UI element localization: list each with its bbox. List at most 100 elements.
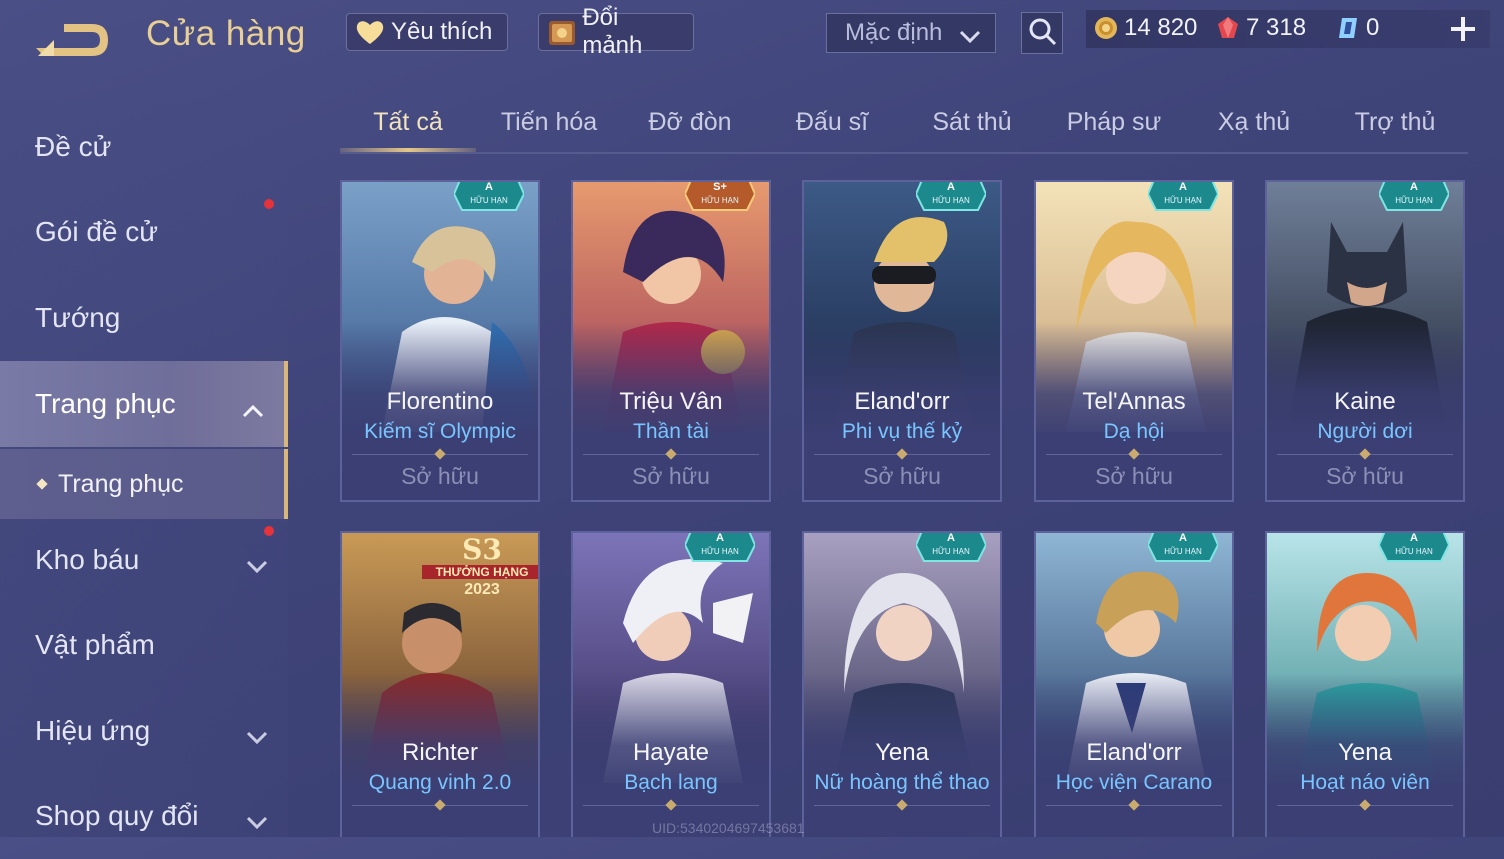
tier-badge-limited: HỮU HẠN [932,547,970,556]
plus-icon[interactable] [1448,14,1478,44]
chevron-up-icon [242,394,264,426]
voucher-icon [1334,14,1362,42]
skin-card[interactable]: S3 THƯỞNG HẠNG 2023 Richter Quang vinh 2… [340,531,540,837]
sidebar-item-label: Tướng [35,302,121,333]
tier-badge-limited: HỮU HẠN [470,196,508,205]
skin-grid: A HỮU HẠN Florentino Kiếm sĩ Olympic Sở … [340,180,1468,837]
owned-status: Sở hữu [863,463,941,489]
sort-dropdown[interactable]: Mặc định [826,13,996,53]
skin-card[interactable]: A HỮU HẠN Hayate Bạch lang [571,531,771,837]
hero-name: Kaine [1334,388,1396,415]
ruby-amount: 7 318 [1246,14,1307,41]
gold-coin-balance: 14 820 [1092,14,1197,42]
tier-badge-grade: A [947,532,955,544]
sidebar-item-recommended[interactable]: Đề cử [0,104,288,190]
skin-name: Quang vinh 2.0 [368,771,512,794]
tier-badge: A HỮU HẠN [1377,532,1451,565]
fragment-swap-button[interactable]: Đổi mảnh [538,4,694,59]
owned-status: Sở hữu [401,463,479,489]
tier-badge-grade: A [1410,532,1418,544]
hero-name: Yena [1338,739,1392,766]
tab-marksman[interactable]: Xạ thủ [1198,108,1310,137]
diamond-bullet-icon [36,478,48,490]
skin-name: Người dơi [1317,420,1413,443]
sidebar-item-label: Đề cử [35,131,112,162]
fragment-swap-label: Đổi mảnh [582,4,643,59]
active-tab-underline [340,148,476,152]
sidebar-item-label: Shop quy đổi [35,800,199,831]
tab-evolution[interactable]: Tiến hóa [490,108,608,137]
sidebar-item-items[interactable]: Vật phẩm [0,602,288,688]
divider-diamond-icon [1128,799,1140,811]
chevron-down-icon [959,24,981,52]
sidebar-item-label: Gói đề cử [35,216,159,247]
tier-badge: A HỮU HẠN [914,532,988,565]
sidebar-item-label: Trang phục [35,388,176,419]
skin-name: Bạch lang [624,771,718,794]
currency-bar: 14 820 7 318 0 [1086,10,1490,48]
chevron-down-icon [246,721,268,753]
tab-tank[interactable]: Đỡ đòn [632,108,748,137]
hero-name: Yena [875,739,929,766]
sidebar-item-effects[interactable]: Hiệu ứng [0,688,288,774]
chevron-down-icon [246,806,268,838]
divider-diamond-icon [896,799,908,811]
skin-card[interactable]: A HỮU HẠN Kaine Người dơi Sở hữu [1265,180,1465,502]
skin-card[interactable]: A HỮU HẠN Eland'orr Phi vụ thế kỷ Sở hữu [802,180,1002,502]
chevron-down-icon [246,550,268,582]
header-bar: Cửa hàng Yêu thích Đổi mảnh Mặc định 14 … [0,0,1504,80]
search-icon [1027,16,1057,51]
hero-name: Eland'orr [854,388,950,415]
sidebar-subitem-label: Trang phục [58,469,184,498]
tier-badge: A HỮU HẠN [1377,181,1451,214]
skin-card[interactable]: A HỮU HẠN Florentino Kiếm sĩ Olympic Sở … [340,180,540,502]
tier-badge-limited: HỮU HẠN [1164,196,1202,205]
tab-support[interactable]: Trợ thủ [1336,108,1454,137]
divider-diamond-icon [434,448,446,460]
notification-dot [264,526,274,536]
back-arrow-icon[interactable] [34,16,114,60]
voucher-balance: 0 [1334,14,1379,42]
divider-diamond-icon [434,799,446,811]
hero-name: Triệu Vân [619,388,723,415]
gold-coin-icon [1092,14,1120,42]
tier-badge-limited: HỮU HẠN [1395,196,1433,205]
sidebar-item-label: Hiệu ứng [35,715,151,746]
sidebar-item-skins[interactable]: Trang phục [0,361,288,447]
tier-badge: A HỮU HẠN [914,182,988,214]
tab-all[interactable]: Tất cả [340,108,476,137]
favorite-button[interactable]: Yêu thích [346,13,508,51]
tier-badge-grade: A [1179,181,1187,193]
role-tabs: Tất cả Tiến hóa Đỡ đòn Đấu sĩ Sát thủ Ph… [340,100,1468,154]
divider-diamond-icon [665,799,677,811]
skin-card[interactable]: A HỮU HẠN Yena Nữ hoàng thể thao [802,531,1002,837]
sidebar-subitem-skins[interactable]: Trang phục [0,449,288,519]
skin-card[interactable]: A HỮU HẠN Yena Hoạt náo viên [1265,531,1465,837]
skin-card[interactable]: A HỮU HẠN Tel'Annas Dạ hội Sở hữu [1034,180,1234,502]
hero-name: Eland'orr [1086,739,1182,766]
skin-card[interactable]: A HỮU HẠN Eland'orr Học viện Carano [1034,531,1234,837]
tab-mage[interactable]: Pháp sư [1056,108,1172,137]
skin-name: Thần tài [633,420,709,443]
search-button[interactable] [1021,12,1063,54]
page-title: Cửa hàng [146,14,306,53]
tier-badge-grade: A [716,532,724,544]
sidebar-item-treasure[interactable]: Kho báu [0,517,288,603]
tier-badge: A HỮU HẠN [452,181,526,214]
tab-fighter[interactable]: Đấu sĩ [776,108,888,137]
owned-status: Sở hữu [632,463,710,489]
favorite-label: Yêu thích [391,18,493,45]
sidebar-item-heroes[interactable]: Tướng [0,275,288,361]
tier-badge-grade: A [485,181,493,193]
skin-card[interactable]: S+ HỮU HẠN Triệu Vân Thần tài Sở hữu [571,180,771,502]
sidebar-item-exchange-shop[interactable]: Shop quy đổi [0,773,288,859]
tab-assassin[interactable]: Sát thủ [914,108,1030,137]
tier-badge-grade: A [1179,532,1187,544]
uid-watermark: UID:5340204697453681 [652,820,805,836]
tier-badge-grade: A [1410,181,1418,193]
ruby-balance: 7 318 [1214,14,1306,42]
skin-name: Hoạt náo viên [1300,771,1430,794]
sidebar-item-recommended-packs[interactable]: Gói đề cử [0,189,288,275]
sidebar-item-label: Vật phẩm [35,629,155,660]
season-reward-badge: S3 THƯỞNG HẠNG 2023 [422,533,538,605]
